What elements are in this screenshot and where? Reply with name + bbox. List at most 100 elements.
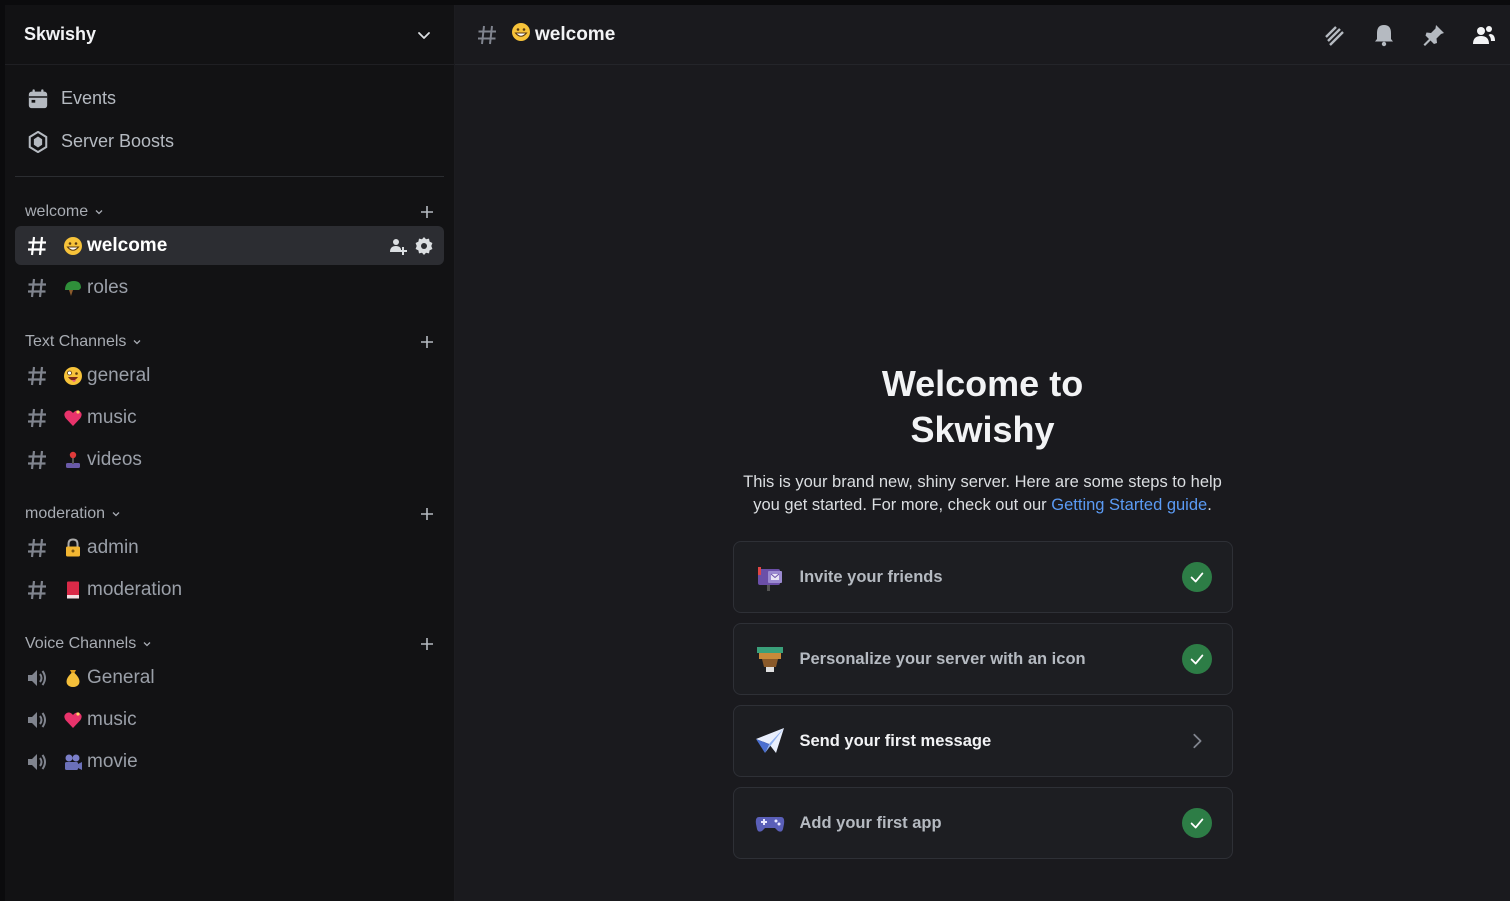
pin-icon[interactable]	[1422, 23, 1446, 47]
step-label: Invite your friends	[799, 567, 943, 586]
speaker-icon	[28, 669, 46, 686]
heart-emoji-icon	[63, 408, 83, 428]
channel-general[interactable]: general	[15, 356, 444, 395]
step-label: Send your first message	[799, 731, 992, 750]
voice-channel-general[interactable]: General	[15, 658, 444, 697]
voice-channel-music[interactable]: music	[15, 700, 444, 739]
events-label: Events	[61, 88, 117, 108]
category-moderation[interactable]: moderation	[5, 503, 454, 525]
welcome-description: This is your brand new, shiny server. He…	[733, 471, 1233, 517]
channel-roles[interactable]: roles	[15, 268, 444, 307]
channel-label: music	[87, 406, 137, 428]
chevron-down-icon	[418, 31, 430, 39]
speaker-icon	[28, 711, 46, 728]
top-items: Events Server Boosts	[5, 65, 454, 163]
channel-admin[interactable]: admin	[15, 528, 444, 567]
welcome-title: Welcome to Skwishy	[881, 363, 1084, 450]
create-channel-plus-icon[interactable]	[419, 506, 435, 522]
app-window: Skwishy Events Server Boosts welcome wel…	[5, 5, 1510, 901]
step-label: Personalize your server with an icon	[799, 649, 1086, 668]
sidebar-divider	[15, 176, 444, 177]
create-channel-plus-icon[interactable]	[419, 204, 435, 220]
step-label: Add your first app	[799, 813, 942, 832]
check-icon	[1181, 562, 1212, 592]
grinning-emoji-icon	[63, 236, 83, 256]
create-channel-plus-icon[interactable]	[419, 636, 435, 652]
category-text-channels[interactable]: Text Channels	[5, 331, 454, 353]
channel-label: moderation	[87, 578, 183, 600]
channel-label: general	[87, 364, 151, 386]
zany-face-emoji-icon	[63, 366, 83, 386]
welcome-panel: Welcome to Skwishy This is your brand ne…	[455, 65, 1510, 901]
calendar-icon	[28, 88, 48, 108]
category-label: moderation	[25, 505, 106, 522]
hash-icon	[28, 278, 46, 297]
chevron-right-icon	[1182, 726, 1212, 756]
chevron-down-icon	[95, 210, 103, 215]
step-invite-friends[interactable]: Invite your friends	[732, 541, 1233, 613]
channel-moderation[interactable]: moderation	[15, 570, 444, 609]
camera-emoji-icon	[63, 752, 83, 772]
channel-sidebar: Skwishy Events Server Boosts welcome wel…	[5, 5, 455, 901]
threads-icon[interactable]	[1322, 23, 1346, 47]
hash-icon	[28, 408, 46, 427]
money-bag-emoji-icon	[63, 668, 83, 688]
heart-emoji-icon	[63, 710, 83, 730]
create-channel-plus-icon[interactable]	[419, 334, 435, 350]
channel-welcome[interactable]: welcome	[15, 226, 444, 265]
category-label: Text Channels	[25, 333, 127, 350]
channel-label: admin	[87, 536, 139, 558]
step-personalize-icon[interactable]: Personalize your server with an icon	[732, 623, 1233, 695]
red-book-emoji-icon	[63, 580, 83, 600]
step-send-first-message[interactable]: Send your first message	[732, 705, 1233, 777]
members-icon[interactable]	[1472, 23, 1496, 47]
bell-icon[interactable]	[1372, 23, 1396, 47]
category-welcome[interactable]: welcome	[5, 201, 454, 223]
server-header[interactable]: Skwishy	[5, 5, 454, 65]
events-item[interactable]: Events	[15, 77, 444, 120]
server-name: Skwishy	[24, 24, 97, 44]
joystick-emoji-icon	[63, 450, 83, 470]
channel-music[interactable]: music	[15, 398, 444, 437]
check-icon	[1181, 808, 1212, 838]
chevron-down-icon	[143, 642, 151, 647]
voice-channel-movie[interactable]: movie	[15, 742, 444, 781]
header-toolbar	[1322, 23, 1496, 47]
channel-title: welcome	[511, 22, 615, 48]
hash-icon	[478, 25, 496, 44]
chevron-down-icon	[133, 340, 141, 345]
grinning-emoji-icon	[511, 22, 531, 48]
create-invite-icon[interactable]	[388, 236, 408, 256]
category-label: welcome	[25, 203, 89, 220]
paint-brush-icon	[756, 647, 783, 672]
server-boosts-label: Server Boosts	[61, 131, 175, 151]
server-boosts-item[interactable]: Server Boosts	[15, 120, 444, 163]
channel-label: General	[87, 666, 155, 688]
channel-label: videos	[87, 448, 142, 470]
lock-emoji-icon	[63, 537, 83, 558]
speaker-icon	[28, 753, 46, 770]
channel-label: welcome	[87, 234, 168, 256]
onboarding-steps: Invite your friends Personalize your ser…	[732, 541, 1233, 859]
hash-icon	[28, 366, 46, 385]
channel-title-label: welcome	[535, 23, 616, 45]
channel-videos[interactable]: videos	[15, 440, 444, 479]
category-label: Voice Channels	[25, 635, 137, 652]
channel-header: welcome	[455, 5, 1510, 65]
paper-plane-icon	[755, 728, 784, 753]
check-icon	[1181, 644, 1212, 674]
welcome-description-end: .	[1207, 496, 1212, 514]
category-voice-channels[interactable]: Voice Channels	[5, 633, 454, 655]
mailbox-icon	[757, 567, 782, 591]
hash-icon	[28, 450, 46, 469]
getting-started-link[interactable]: Getting Started guide	[1051, 496, 1207, 514]
hash-icon	[28, 580, 46, 599]
channel-label: music	[87, 708, 137, 730]
main-content: welcome Welcome to Skwishy This is your …	[455, 5, 1510, 901]
gear-icon[interactable]	[414, 236, 434, 256]
gamepad-icon	[755, 817, 784, 832]
channel-label: roles	[87, 276, 129, 298]
hash-icon	[28, 538, 46, 557]
step-add-first-app[interactable]: Add your first app	[732, 787, 1233, 859]
channel-label: movie	[87, 750, 138, 772]
